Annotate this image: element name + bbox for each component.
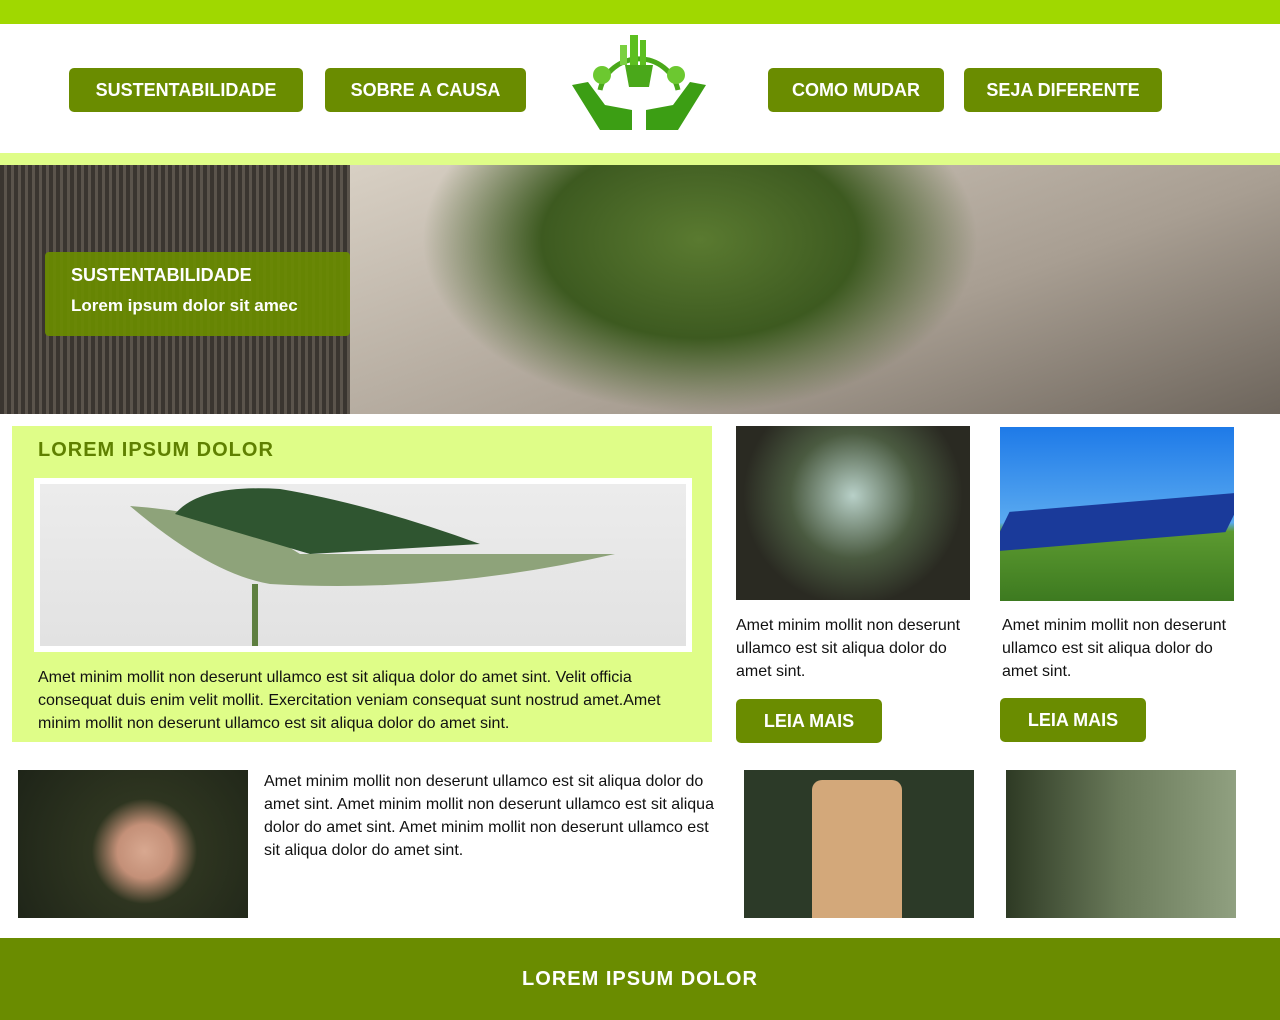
top-bar xyxy=(0,0,1280,24)
forest-canopy-image xyxy=(736,426,970,600)
solar-panel-image xyxy=(1000,427,1234,601)
bottom-text: Amet minim mollit non deserunt ullamco e… xyxy=(264,773,714,859)
card-text: Amet minim mollit non deserunt ullamco e… xyxy=(736,617,961,680)
sub-bar xyxy=(0,153,1280,165)
nav-sustentabilidade[interactable]: SUSTENTABILIDADE xyxy=(69,68,303,112)
card-text: Amet minim mollit non deserunt ullamco e… xyxy=(1002,617,1227,680)
coffee-cup-image xyxy=(744,770,974,918)
footer-title: LOREM IPSUM DOLOR xyxy=(522,967,758,990)
nav-sobre-a-causa[interactable]: SOBRE A CAUSA xyxy=(325,68,526,112)
logo[interactable] xyxy=(570,30,708,138)
read-more-button[interactable]: LEIA MAIS xyxy=(1000,698,1146,742)
hands-plant-image xyxy=(18,770,248,918)
feature-title: LOREM IPSUM DOLOR xyxy=(38,439,274,461)
leaf-image-frame xyxy=(34,478,692,652)
hero-image: SUSTENTABILIDADE Lorem ipsum dolor sit a… xyxy=(0,165,1280,414)
feature-card: LOREM IPSUM DOLOR Amet minim mollit non … xyxy=(12,426,712,742)
nav-como-mudar[interactable]: COMO MUDAR xyxy=(768,68,944,112)
nav-seja-diferente[interactable]: SEJA DIFERENTE xyxy=(964,68,1162,112)
footer: LOREM IPSUM DOLOR xyxy=(0,938,1280,1020)
volunteers-image xyxy=(1006,770,1236,918)
hero-subtitle: Lorem ipsum dolor sit amec xyxy=(71,296,298,315)
hero-title: SUSTENTABILIDADE xyxy=(71,265,252,285)
feature-text: Amet minim mollit non deserunt ullamco e… xyxy=(38,669,661,732)
read-more-button[interactable]: LEIA MAIS xyxy=(736,699,882,743)
logo-icon xyxy=(572,35,706,130)
leaf-image xyxy=(40,484,686,646)
hero-card: SUSTENTABILIDADE Lorem ipsum dolor sit a… xyxy=(45,252,350,336)
